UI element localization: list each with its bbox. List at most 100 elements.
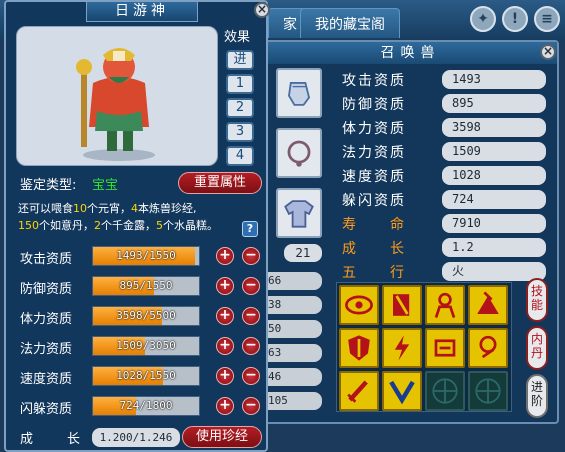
pet-stat-value: 1509: [442, 142, 546, 161]
yuanxiao-text: 个元宵，: [87, 202, 131, 215]
attribute-progress-bar: 895/1550: [92, 276, 200, 296]
lightning-skill-icon[interactable]: [382, 328, 422, 368]
charm-skill-icon[interactable]: [425, 328, 465, 368]
tab-my-treasure[interactable]: 我的藏宝阁: [300, 8, 400, 38]
crystal-count: 5: [156, 219, 163, 232]
attribute-progress-text: 895/1550: [119, 279, 173, 292]
attribute-label: 速度资质: [20, 372, 73, 387]
effect-2-button[interactable]: 2: [226, 98, 254, 118]
help-icon[interactable]: ?: [242, 221, 258, 237]
attribute-label: 闪躲资质: [20, 402, 73, 417]
alert-icon[interactable]: !: [502, 6, 528, 32]
pet-stat-value: 724: [442, 190, 546, 209]
pet-growth-value: 1.2: [442, 238, 546, 257]
ghost-skill-icon[interactable]: [425, 285, 465, 325]
pet-attr-value: 38: [262, 296, 322, 314]
pet-attr-value: 105: [262, 392, 322, 410]
pet-stat-label: 速度资质: [342, 169, 406, 185]
attribute-progress-text: 724/1800: [119, 399, 173, 412]
appraise-type-value: 宝宝: [92, 178, 119, 193]
glove-equip-icon: [288, 82, 311, 106]
book-skill-icon[interactable]: [382, 285, 422, 325]
attribute-progress-text: 1493/1550: [116, 249, 176, 262]
attribute-label: 攻击资质: [20, 252, 73, 267]
armor-equip-icon: [284, 200, 314, 228]
use-treasure-book-button[interactable]: 使用珍经: [182, 426, 262, 448]
ruyi-text: 个如意丹，: [39, 219, 94, 232]
level-badge: 21: [284, 244, 322, 262]
effect-4-button[interactable]: 4: [226, 146, 254, 166]
collar-equip-icon: [287, 140, 311, 167]
pet-attr-value: 50: [262, 320, 322, 338]
attribute-progress-text: 1028/1550: [116, 369, 176, 382]
thunder-skill-icon[interactable]: [468, 285, 508, 325]
counter-skill-icon[interactable]: [382, 371, 422, 411]
book-count: 4: [131, 202, 138, 215]
skill-grid: [336, 282, 512, 412]
attribute-minus-button[interactable]: −: [242, 337, 260, 355]
attribute-progress-bar: 724/1800: [92, 396, 200, 416]
ruyi-count: 150: [18, 219, 39, 232]
advance-tab-button[interactable]: 进阶: [526, 374, 548, 418]
effect-advance-button[interactable]: 进: [226, 50, 254, 70]
attribute-plus-button[interactable]: +: [216, 277, 234, 295]
pet-stat-value: 1493: [442, 70, 546, 89]
crystal-text: 个水晶糕。: [163, 219, 218, 232]
sword-skill-icon[interactable]: [339, 371, 379, 411]
attribute-plus-button[interactable]: +: [216, 307, 234, 325]
shield-skill-icon[interactable]: [339, 328, 379, 368]
tab-my-treasure-label: 我的藏宝阁: [315, 17, 385, 33]
pet-element-label: 五 行: [342, 265, 406, 281]
equip-slot-1[interactable]: [276, 68, 322, 118]
pet-growth-label: 成 长: [342, 241, 406, 257]
effect-label: 效果: [224, 30, 251, 45]
qianjin-count: 2: [94, 219, 101, 232]
attribute-plus-button[interactable]: +: [216, 367, 234, 385]
attribute-plus-button[interactable]: +: [216, 247, 234, 265]
wrench-icon[interactable]: ✦: [470, 6, 496, 32]
fire-eye-skill-icon[interactable]: [339, 285, 379, 325]
attribute-minus-button[interactable]: −: [242, 367, 260, 385]
pet-panel: 召唤兽 × 攻击资质 1493 防御资质 895 体力资质 3598 法力资质 …: [262, 40, 559, 424]
attribute-minus-button[interactable]: −: [242, 307, 260, 325]
pet-attr-value: 46: [262, 368, 322, 386]
effect-3-button[interactable]: 3: [226, 122, 254, 142]
inner-pill-tab-button[interactable]: 内丹: [526, 326, 548, 370]
heart-skill-icon[interactable]: [468, 328, 508, 368]
attribute-progress-text: 1509/3050: [116, 339, 176, 352]
pet-stat-value: 1028: [442, 166, 546, 185]
attribute-plus-button[interactable]: +: [216, 397, 234, 415]
attribute-plus-button[interactable]: +: [216, 337, 234, 355]
attribute-label: 法力资质: [20, 342, 73, 357]
pet-stat-label: 体力资质: [342, 121, 406, 137]
skills-tab-button[interactable]: 技能: [526, 278, 548, 322]
pet-stat-label: 法力资质: [342, 145, 406, 161]
attribute-progress-bar: 3598/5500: [92, 306, 200, 326]
feed-info-text: 还可以喂食10个元宵，4本炼兽珍经, 150个如意丹，2个千金露，5个水晶糕。: [18, 200, 244, 234]
attribute-progress-bar: 1028/1550: [92, 366, 200, 386]
attribute-progress-text: 3598/5500: [116, 309, 176, 322]
feed-prefix: 还可以喂食: [18, 202, 73, 215]
pet-portrait: [16, 26, 218, 166]
attribute-minus-button[interactable]: −: [242, 247, 260, 265]
pet-stat-value: 895: [442, 94, 546, 113]
pet-lifespan-value: 7910: [442, 214, 546, 233]
pet-attr-value: 66: [262, 272, 322, 290]
attribute-minus-button[interactable]: −: [242, 277, 260, 295]
attribute-progress-bar: 1509/3050: [92, 336, 200, 356]
pet-stat-value: 3598: [442, 118, 546, 137]
equip-slot-3[interactable]: [276, 188, 322, 238]
close-pet-panel-icon[interactable]: ×: [540, 44, 556, 60]
reset-attributes-button[interactable]: 重置属性: [178, 172, 262, 194]
attribute-minus-button[interactable]: −: [242, 397, 260, 415]
attribute-label: 体力资质: [20, 312, 73, 327]
pet-panel-title: 召唤兽: [264, 42, 557, 64]
menu-icon[interactable]: ≡: [534, 6, 560, 32]
effect-1-button[interactable]: 1: [226, 74, 254, 94]
empty-slot-icon: [425, 371, 465, 411]
pet-attr-value: 63: [262, 344, 322, 362]
close-main-panel-icon[interactable]: ×: [254, 2, 270, 18]
pet-stat-label: 躲闪资质: [342, 193, 406, 209]
equip-slot-2[interactable]: [276, 128, 322, 178]
pet-stat-label: 攻击资质: [342, 73, 406, 89]
